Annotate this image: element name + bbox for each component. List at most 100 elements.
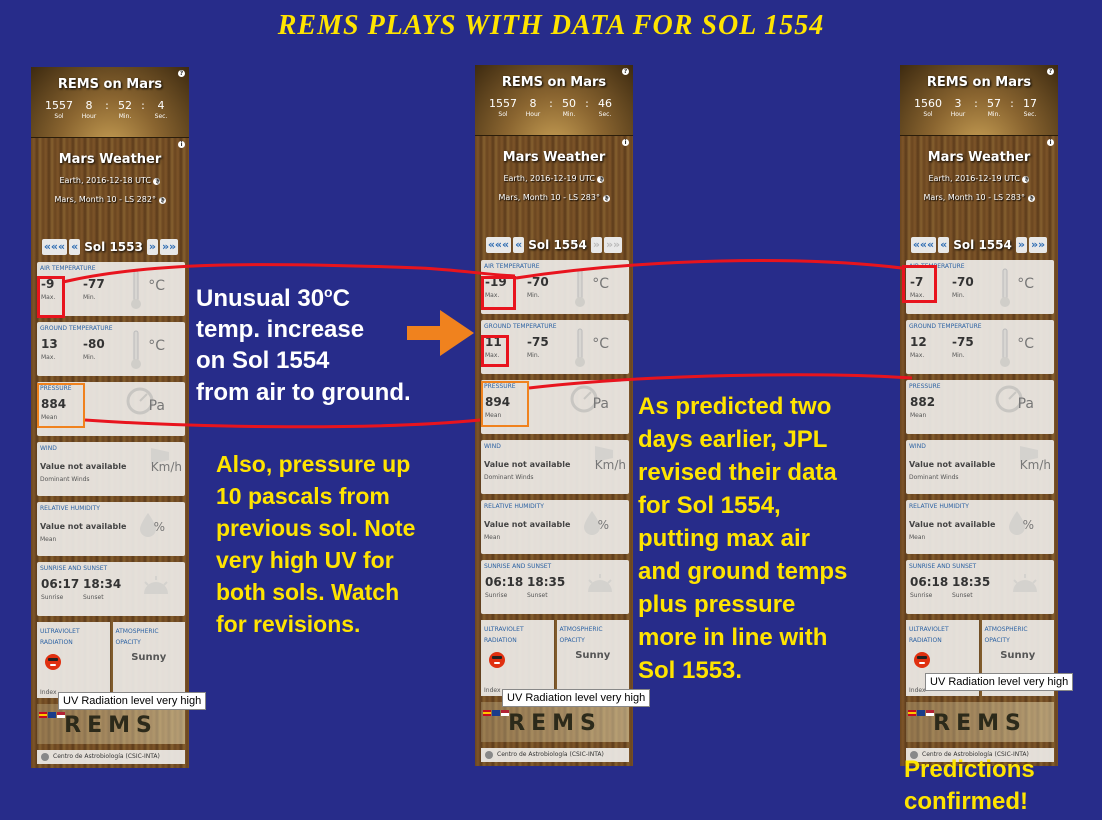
humidity-panel: RELATIVE HUMIDITY Value not available Me… [37, 502, 185, 556]
pressure-mean: 882 [910, 395, 936, 409]
uv-panel: ULTRAVIOLET RADIATION Index [481, 620, 554, 696]
flag-usa-icon[interactable] [926, 710, 934, 716]
wind-panel: WIND Value not available Dominant Winds … [481, 440, 629, 494]
uv-tooltip: UV Radiation level very high [502, 689, 651, 707]
flag-spain-icon[interactable] [483, 710, 491, 716]
flag-usa-icon[interactable] [57, 712, 65, 718]
opacity-value: Sunny [575, 650, 611, 661]
flag-uk-icon[interactable] [917, 710, 925, 716]
uv-panel: ULTRAVIOLET RADIATION Index [37, 622, 110, 698]
clock-sec: 17 [1023, 97, 1037, 110]
cab-footer[interactable]: Centro de Astrobiología (CSIC-INTA) [481, 748, 629, 762]
weather-section: i Mars Weather Earth, 2016-12-19 UTC ? M… [900, 136, 1058, 234]
info-icon[interactable]: i [1047, 139, 1054, 146]
clock-min: 52 [118, 99, 132, 112]
uv-smiley-icon[interactable] [45, 654, 61, 670]
ground-max: 12 [910, 335, 927, 349]
help-icon[interactable]: ? [158, 197, 166, 204]
last-sol-button[interactable]: »» [159, 239, 179, 255]
mars-date: Mars, Month 10 - LS 282° ? [54, 195, 166, 204]
clock-sec: 46 [598, 97, 612, 110]
opacity-value: Sunny [131, 652, 167, 663]
clock-sol: 1557 [45, 99, 73, 112]
rems-logo: REMS [481, 702, 629, 742]
prev-sol-button[interactable]: « [938, 237, 950, 253]
weather-title: Mars Weather [58, 152, 162, 167]
help-icon[interactable]: ? [178, 70, 185, 77]
sun-icon [1013, 574, 1037, 592]
weather-title: Mars Weather [502, 150, 606, 165]
clock-min: 57 [987, 97, 1001, 110]
help-icon[interactable]: ? [153, 178, 161, 185]
humidity-panel: RELATIVE HUMIDITY Value not available Me… [906, 500, 1054, 554]
info-icon[interactable]: i [622, 139, 629, 146]
highlight-box [481, 335, 509, 367]
info-icon[interactable]: i [178, 141, 185, 148]
mars-clock: 1557 Sol 8 Hour : 50 Min. : 46 Sec. [475, 97, 633, 118]
flag-spain-icon[interactable] [39, 712, 47, 718]
pressure-panel: PRESSURE 882 Mean Pa [906, 380, 1054, 434]
widget-title: REMS on Mars [57, 77, 163, 92]
next-sol-button[interactable]: » [146, 239, 158, 255]
sol-navigation: ««« « Sol 1554 » »» [900, 234, 1058, 256]
wind-panel: WIND Value not available Dominant Winds … [906, 440, 1054, 494]
next-sol-button[interactable]: » [590, 237, 602, 253]
sunset-time: 18:34 [83, 577, 122, 591]
thermometer-icon [131, 270, 141, 309]
prev-sol-button[interactable]: « [69, 239, 81, 255]
prev-sol-button[interactable]: « [513, 237, 525, 253]
sunrise-time: 06:18 [485, 575, 524, 589]
first-sol-button[interactable]: ««« [41, 239, 68, 255]
ground-max: 13 [41, 337, 58, 351]
ground-min: -75 [527, 335, 549, 349]
flag-spain-icon[interactable] [908, 710, 916, 716]
clock-hour: 8 [529, 97, 537, 110]
flag-usa-icon[interactable] [501, 710, 509, 716]
flag-uk-icon[interactable] [492, 710, 500, 716]
first-sol-button[interactable]: ««« [910, 237, 937, 253]
uv-tooltip: UV Radiation level very high [925, 673, 1074, 691]
help-icon[interactable]: ? [597, 176, 605, 183]
rems-widget: ? REMS on Mars 1560 Sol 3 Hour : 57 Min. : … [900, 65, 1058, 766]
sunrise-sunset-panel: SUNRISE AND SUNSET 06:17 18:34 Sunrise S… [37, 562, 185, 616]
annotation-confirmed: Predictions confirmed! [904, 756, 1035, 815]
next-sol-button[interactable]: » [1015, 237, 1027, 253]
help-icon[interactable]: ? [1022, 176, 1030, 183]
sunrise-sunset-panel: SUNRISE AND SUNSET 06:18 18:35 Sunrise S… [481, 560, 629, 614]
help-icon[interactable]: ? [1027, 195, 1035, 202]
first-sol-button[interactable]: ««« [485, 237, 512, 253]
earth-date: Earth, 2016-12-19 UTC ? [503, 174, 605, 183]
help-icon[interactable]: ? [622, 68, 629, 75]
last-sol-button[interactable]: »» [603, 237, 623, 253]
flag-uk-icon[interactable] [48, 712, 56, 718]
earth-date: Earth, 2016-12-19 UTC ? [928, 174, 1030, 183]
last-sol-button[interactable]: »» [1028, 237, 1048, 253]
widget-title: REMS on Mars [501, 75, 607, 90]
sunrise-sunset-panel: SUNRISE AND SUNSET 06:18 18:35 Sunrise S… [906, 560, 1054, 614]
clock-hour: 8 [85, 99, 93, 112]
sunrise-time: 06:18 [910, 575, 949, 589]
clock-sol: 1557 [489, 97, 517, 110]
sol-navigation: ««« « Sol 1553 » »» [31, 236, 189, 258]
ground-min: -80 [83, 337, 105, 351]
ground-min: -75 [952, 335, 974, 349]
mars-date: Mars, Month 10 - LS 283° ? [923, 193, 1035, 202]
cab-footer[interactable]: Centro de Astrobiología (CSIC-INTA) [37, 750, 185, 764]
sol-label: Sol 1554 [528, 238, 587, 252]
help-icon[interactable]: ? [1047, 68, 1054, 75]
ground-temperature-panel: GROUND TEMPERATURE 12 -75 Max. Min. °C [906, 320, 1054, 374]
thermometer-icon [1000, 328, 1010, 367]
sunset-time: 18:35 [527, 575, 566, 589]
annotation-prediction: As predicted two days earlier, JPL revis… [638, 393, 848, 684]
air-min: -70 [527, 275, 549, 289]
uv-opacity-row: ULTRAVIOLET RADIATION Index ATMOSPHERIC OP… [37, 622, 185, 698]
clock-sol: 1560 [914, 97, 942, 110]
uv-smiley-icon[interactable] [489, 652, 505, 668]
opacity-value: Sunny [1000, 650, 1036, 661]
sol-label: Sol 1553 [84, 240, 143, 254]
uv-smiley-icon[interactable] [914, 652, 930, 668]
rems-logo: REMS [906, 702, 1054, 742]
opacity-panel: ATMOSPHERIC OPACITY Sunny [112, 622, 185, 698]
help-icon[interactable]: ? [602, 195, 610, 202]
opacity-panel: ATMOSPHERIC OPACITY Sunny [556, 620, 629, 696]
